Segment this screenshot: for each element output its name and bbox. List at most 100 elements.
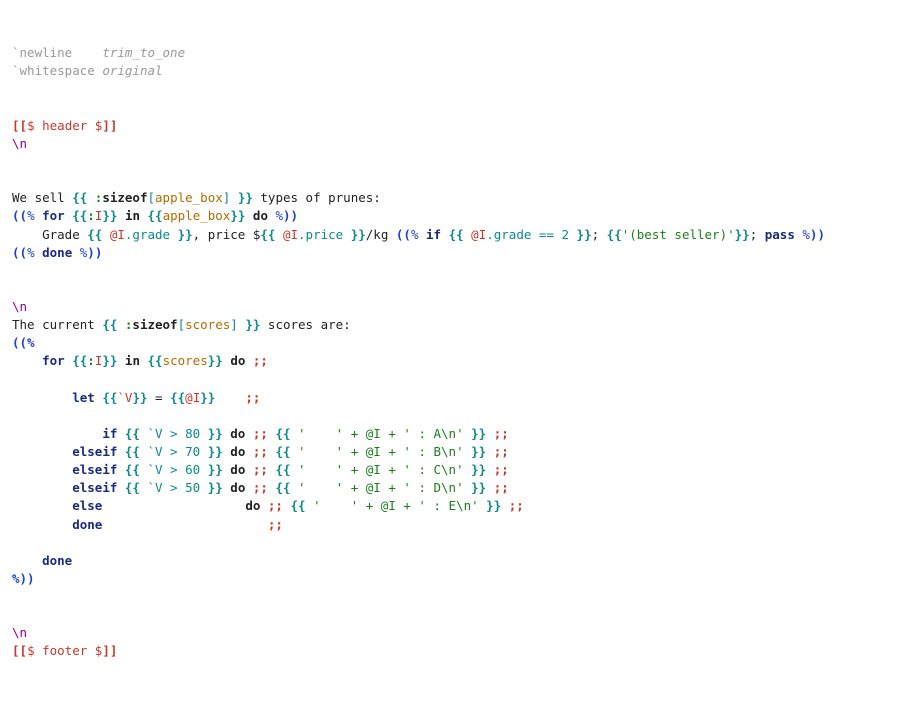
term: ;; (494, 480, 509, 495)
func: sizeof (102, 190, 147, 205)
brace-open: {{ (148, 208, 163, 223)
kw-do: do (245, 208, 275, 223)
line: ((% for {{:I}} in {{apple_box}} do %)) (12, 208, 298, 223)
ident: scores (185, 317, 230, 332)
term: ;; (268, 517, 283, 532)
line: We sell {{ :sizeof[apple_box] }} types o… (12, 190, 381, 205)
bc: }} (208, 480, 223, 495)
bracket-close: ]] (102, 118, 117, 133)
sp (486, 462, 494, 477)
line: [[$ header $]] (12, 118, 117, 133)
ident: apple_box (163, 208, 231, 223)
bracket: [ (147, 190, 155, 205)
line: \n (12, 136, 27, 151)
brace-open: {{ (449, 227, 472, 242)
kw-do: do (223, 462, 253, 477)
line: done ;; (12, 517, 283, 532)
escape: \n (12, 625, 27, 640)
kw-elseif: elseif (72, 480, 125, 495)
line: [[$ footer $]] (12, 643, 117, 658)
bc: }} (208, 426, 223, 441)
string: '(best seller)' (622, 227, 735, 242)
prop: .grade (125, 227, 178, 242)
term: ;; (253, 480, 268, 495)
ident: apple_box (155, 190, 223, 205)
expr: `V > 50 (147, 480, 207, 495)
kw-if: if (426, 227, 449, 242)
kw-for: for (42, 208, 72, 223)
bc: }} (471, 444, 486, 459)
line: for {{:I}} in {{scores}} do ;; (12, 353, 268, 368)
kw-let: let (72, 390, 102, 405)
bo: {{ (125, 480, 148, 495)
indent (12, 444, 72, 459)
directive-key: `newline (12, 45, 102, 60)
line: elseif {{ `V > 70 }} do ;; {{ ' ' + @I +… (12, 444, 509, 459)
paren-open: (( (12, 208, 27, 223)
bo: {{ (275, 426, 298, 441)
brace-open: {{ (260, 227, 283, 242)
brace-close: }} (735, 227, 750, 242)
escape: \n (12, 136, 27, 151)
sep: ; (592, 227, 607, 242)
sp (283, 498, 291, 513)
bc: }} (471, 426, 486, 441)
section-name: $ header $ (27, 118, 102, 133)
term: ;; (268, 498, 283, 513)
paren-open: (( (396, 227, 411, 242)
line: elseif {{ `V > 60 }} do ;; {{ ' ' + @I +… (12, 462, 509, 477)
line: elseif {{ `V > 50 }} do ;; {{ ' ' + @I +… (12, 480, 509, 495)
bracket: ] (223, 190, 238, 205)
line: The current {{ :sizeof[scores] }} scores… (12, 317, 351, 332)
var: I (117, 227, 125, 242)
line: ((% (12, 335, 35, 350)
line: else do ;; {{ ' ' + @I + ' : E\n' }} ;; (12, 498, 524, 513)
percent: % (802, 227, 810, 242)
line: \n (12, 625, 27, 640)
text: types of prunes: (253, 190, 381, 205)
indent (12, 462, 72, 477)
text: The current (12, 317, 102, 332)
kw-done: done (42, 245, 80, 260)
string: ' ' + @I + ' : A\n' (298, 426, 471, 441)
colon: : (87, 353, 95, 368)
bc: }} (486, 498, 501, 513)
prop: .price (298, 227, 351, 242)
kw-pass: pass (765, 227, 803, 242)
brace-close: }} (351, 227, 366, 242)
sp (215, 390, 245, 405)
expr: `V > 80 (147, 426, 207, 441)
term: ;; (494, 462, 509, 477)
string: ' ' + @I + ' : E\n' (313, 498, 486, 513)
text: /kg (366, 227, 396, 242)
var: I (291, 227, 299, 242)
brace-close: }} (230, 208, 245, 223)
kw-elseif: elseif (72, 444, 125, 459)
bo: {{ (275, 480, 298, 495)
text: Grade (12, 227, 87, 242)
kw-do: do (223, 444, 253, 459)
bo: {{ (125, 426, 148, 441)
bo: {{ (275, 462, 298, 477)
kw-do: do (223, 426, 253, 441)
expr: `V > 60 (147, 462, 207, 477)
indent (12, 517, 72, 532)
brace-open: {{ (72, 190, 95, 205)
brace-close: }} (200, 390, 215, 405)
kw-elseif: elseif (72, 462, 125, 477)
brace-close: }} (208, 353, 223, 368)
section-name: $ footer $ (27, 643, 102, 658)
escape: \n (12, 299, 27, 314)
brace-open: {{ (170, 390, 185, 405)
bc: }} (208, 462, 223, 477)
sp (486, 444, 494, 459)
at: @ (185, 390, 193, 405)
bracket: ] (230, 317, 245, 332)
indent (12, 353, 42, 368)
bracket-open: [[ (12, 643, 27, 658)
ident: scores (163, 353, 208, 368)
bo: {{ (275, 444, 298, 459)
indent (12, 480, 72, 495)
var: `V (117, 390, 132, 405)
line: if {{ `V > 80 }} do ;; {{ ' ' + @I + ' :… (12, 426, 509, 441)
